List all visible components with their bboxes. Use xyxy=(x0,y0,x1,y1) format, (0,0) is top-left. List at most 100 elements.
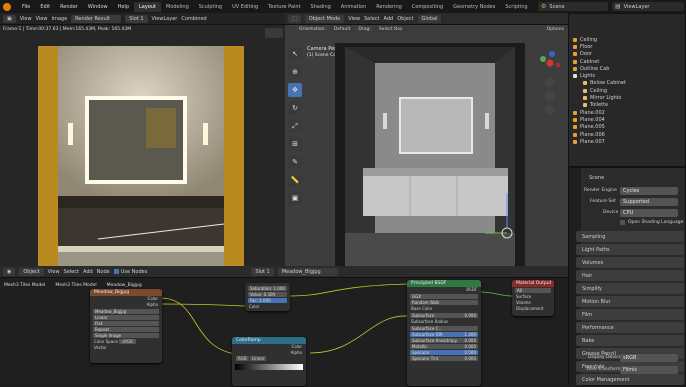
outliner-row[interactable]: Plane.004 xyxy=(569,116,685,123)
menu-help[interactable]: Help xyxy=(113,4,134,10)
subsurface-color-field[interactable]: Subsurface C.. xyxy=(410,326,478,331)
image-view-menu[interactable]: View xyxy=(20,16,32,22)
tab-geometry-nodes[interactable]: Geometry Nodes xyxy=(448,2,500,12)
saturation-field[interactable]: Saturation: 1.000 xyxy=(248,286,287,291)
image-texture-node[interactable]: Meadow_Bigjpg Color Alpha Meadow_Bigjpg … xyxy=(90,289,162,363)
colorramp-node[interactable]: ColorRamp Color Alpha RGB Linear xyxy=(232,337,306,386)
osl-checkbox[interactable]: Open Shading Language xyxy=(620,220,683,225)
select-tool-icon[interactable]: ↖ xyxy=(288,47,302,61)
viewport-add-menu[interactable]: Add xyxy=(384,16,394,22)
projection-dropdown[interactable]: Flat xyxy=(93,321,159,326)
orientation-dropdown[interactable]: Default xyxy=(329,26,355,33)
3d-viewport[interactable]: ⬚ Object Mode View Select Add Object Glo… xyxy=(285,13,568,266)
annotate-tool-icon[interactable]: ✎ xyxy=(288,155,302,169)
specular-tint-field[interactable]: Specular Tint 0.000 xyxy=(410,356,478,361)
zoom-icon[interactable] xyxy=(545,77,555,87)
image-name-field[interactable]: Render Result xyxy=(71,14,122,23)
rotate-tool-icon[interactable]: ↻ xyxy=(288,101,302,115)
viewport-object-menu[interactable]: Object xyxy=(397,16,413,22)
color-space-dropdown[interactable]: sRGB xyxy=(119,339,136,344)
section-light-paths[interactable]: Light Paths xyxy=(576,244,684,255)
section-bake[interactable]: Bake xyxy=(576,335,684,346)
material-output-node[interactable]: Material Output All Surface Volume Displ… xyxy=(512,280,554,316)
outliner-row[interactable]: Lights xyxy=(569,72,685,79)
transform-tool-icon[interactable]: ⊞ xyxy=(288,137,302,151)
principled-bsdf-node[interactable]: Principled BSDF BSDF GGX Random Walk Bas… xyxy=(407,280,481,386)
section-color-management[interactable]: Color Management xyxy=(576,374,684,385)
metallic-field[interactable]: Metallic 0.000 xyxy=(410,344,478,349)
image-file-field[interactable]: Meadow_Bigjpg xyxy=(93,309,159,314)
outliner-row[interactable]: Plane.002 xyxy=(569,109,685,116)
tab-scripting[interactable]: Scripting xyxy=(500,2,532,12)
render-engine-dropdown[interactable]: Cycles xyxy=(620,187,678,195)
outliner-row[interactable]: Door xyxy=(569,51,685,58)
hue-saturation-node[interactable]: Saturation: 1.000 Value: 0.300 Fac: 1.00… xyxy=(245,283,290,311)
pass-dropdown[interactable]: Combined xyxy=(181,16,206,22)
menu-file[interactable]: File xyxy=(17,4,35,10)
tab-rendering[interactable]: Rendering xyxy=(371,2,407,12)
color-mode-dropdown[interactable]: RGB xyxy=(236,356,249,361)
viewport-editor-type[interactable]: ⬚ xyxy=(288,14,301,23)
outliner-row[interactable]: Ceiling xyxy=(569,87,685,94)
scale-tool-icon[interactable]: ⤢ xyxy=(288,119,302,133)
subsurface-anisotropy-field[interactable]: Subsurface Anisotropy 0.000 xyxy=(410,338,478,343)
cursor-tool-icon[interactable]: ⊕ xyxy=(288,65,302,79)
subsurface-method-dropdown[interactable]: Random Walk xyxy=(410,300,478,305)
viewport-view-menu[interactable]: View xyxy=(348,16,360,22)
viewport-select-menu[interactable]: Select xyxy=(364,16,379,22)
outliner-row[interactable]: Floor xyxy=(569,43,685,50)
navigation-gizmo[interactable] xyxy=(538,51,562,75)
move-tool-icon[interactable]: ✥ xyxy=(288,83,302,97)
section-performance[interactable]: Performance xyxy=(576,322,684,333)
tab-texture-paint[interactable]: Texture Paint xyxy=(263,2,305,12)
interpolation-dropdown[interactable]: Linear xyxy=(249,356,267,361)
options-dropdown[interactable]: Options xyxy=(547,27,564,32)
menu-window[interactable]: Window xyxy=(83,4,113,10)
tab-layout[interactable]: Layout xyxy=(134,1,161,12)
display-device-dropdown[interactable]: sRGB xyxy=(620,354,678,362)
section-volumes[interactable]: Volumes xyxy=(576,257,684,268)
add-cube-tool-icon[interactable]: ▣ xyxy=(288,191,302,205)
section-sampling[interactable]: Sampling xyxy=(576,231,684,242)
outliner-row[interactable]: Cabinet xyxy=(569,58,685,65)
outliner-row[interactable]: Ceiling xyxy=(569,36,685,43)
fac-field[interactable]: Fac: 1.000 xyxy=(248,298,287,303)
image-image-menu[interactable]: Image xyxy=(51,16,67,22)
section-motion-blur[interactable]: Motion Blur xyxy=(576,296,684,307)
interpolation-dropdown[interactable]: Linear xyxy=(93,315,159,320)
value-field[interactable]: Value: 0.300 xyxy=(248,292,287,297)
outliner-row[interactable]: Outline Cab xyxy=(569,65,685,72)
tab-animation[interactable]: Animation xyxy=(336,2,372,12)
editor-type-button[interactable]: ▣ xyxy=(3,14,16,23)
feature-set-dropdown[interactable]: Supported xyxy=(620,198,678,206)
section-simplify[interactable]: Simplify xyxy=(576,283,684,294)
device-dropdown[interactable]: CPU xyxy=(620,209,678,217)
menu-edit[interactable]: Edit xyxy=(35,4,55,10)
subsurface-field[interactable]: Subsurface 0.000 xyxy=(410,313,478,318)
section-film[interactable]: Film xyxy=(576,309,684,320)
source-dropdown[interactable]: Single Image xyxy=(93,333,159,338)
image-view-menu-2[interactable]: View xyxy=(36,16,48,22)
layer-dropdown[interactable]: ViewLayer xyxy=(152,16,178,22)
slot-dropdown[interactable]: Slot 1 xyxy=(125,14,148,23)
camera-view-icon[interactable] xyxy=(545,105,555,115)
outliner-row[interactable]: Below Cabinet xyxy=(569,80,685,87)
menu-render[interactable]: Render xyxy=(55,4,83,10)
specular-field[interactable]: Specular 0.500 xyxy=(410,350,478,355)
outliner-row[interactable]: Plane.005 xyxy=(569,124,685,131)
object-mode-dropdown[interactable]: Object Mode xyxy=(304,14,345,23)
section-hair[interactable]: Hair xyxy=(576,270,684,281)
subsurface-ior-field[interactable]: Subsurface IOR 1.400 xyxy=(410,332,478,337)
measure-tool-icon[interactable]: 📏 xyxy=(288,173,302,187)
scene-selector[interactable]: ⚙ Scene xyxy=(538,2,608,11)
tab-uv-editing[interactable]: UV Editing xyxy=(227,2,263,12)
blender-logo-icon[interactable] xyxy=(3,2,11,11)
view-layer-selector[interactable]: ▤ ViewLayer xyxy=(612,2,684,11)
image-editor-toolbar-toggle[interactable] xyxy=(265,28,283,38)
transform-orientation[interactable]: Global xyxy=(417,14,442,23)
pan-hand-icon[interactable] xyxy=(545,91,555,101)
tab-sculpting[interactable]: Sculpting xyxy=(194,2,227,12)
outliner-row[interactable]: Plane.007 xyxy=(569,138,685,145)
tab-compositing[interactable]: Compositing xyxy=(407,2,448,12)
distribution-dropdown[interactable]: GGX xyxy=(410,294,478,299)
